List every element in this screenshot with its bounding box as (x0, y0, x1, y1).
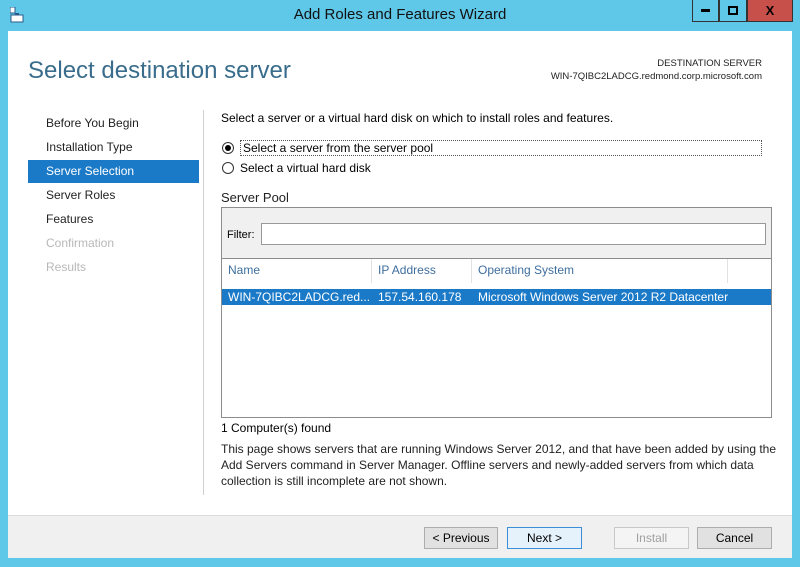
server-pool-title: Server Pool (221, 190, 289, 205)
nav-installation-type[interactable]: Installation Type (28, 136, 199, 159)
close-button[interactable]: X (747, 0, 793, 22)
cell-os: Microsoft Windows Server 2012 R2 Datacen… (478, 290, 729, 304)
window-title: Add Roles and Features Wizard (293, 6, 507, 23)
install-button: Install (614, 527, 689, 549)
minimize-icon (701, 9, 710, 12)
radio-server-pool[interactable]: Select a server from the server pool (222, 140, 762, 156)
radio-vhd-label: Select a virtual hard disk (240, 161, 371, 175)
radio-virtual-hard-disk[interactable]: Select a virtual hard disk (222, 161, 371, 175)
filter-input[interactable] (261, 223, 766, 245)
page-title: Select destination server (28, 57, 291, 84)
destination-server-name: WIN-7QIBC2LADCG.redmond.corp.microsoft.c… (550, 71, 762, 82)
title-bar: Add Roles and Features Wizard X (0, 0, 800, 31)
cell-ip: 157.54.160.178 (378, 290, 462, 304)
radio-unselected-icon[interactable] (222, 162, 234, 174)
next-button[interactable]: Next > (507, 527, 582, 549)
column-header-name[interactable]: Name (222, 259, 372, 283)
column-header-ip[interactable]: IP Address (372, 259, 472, 283)
nav-confirmation: Confirmation (46, 236, 115, 250)
nav-server-selection[interactable]: Server Selection (28, 160, 199, 183)
table-row[interactable]: WIN-7QIBC2LADCG.red... 157.54.160.178 Mi… (222, 289, 771, 305)
previous-button[interactable]: < Previous (424, 527, 498, 549)
intro-text: Select a server or a virtual hard disk o… (221, 111, 614, 125)
column-header-os[interactable]: Operating System (472, 259, 728, 283)
nav-before-you-begin[interactable]: Before You Begin (28, 112, 199, 135)
radio-server-pool-label: Select a server from the server pool (240, 140, 762, 156)
minimize-button[interactable] (692, 0, 719, 22)
maximize-icon (728, 6, 738, 15)
server-table: Name IP Address Operating System WIN-7QI… (222, 258, 771, 417)
nav-divider (203, 110, 204, 495)
maximize-button[interactable] (719, 0, 747, 22)
nav-features[interactable]: Features (28, 208, 199, 231)
computers-found: 1 Computer(s) found (221, 421, 332, 435)
description-text: This page shows servers that are running… (221, 442, 777, 488)
nav-server-roles[interactable]: Server Roles (28, 184, 199, 207)
filter-label: Filter: (227, 229, 255, 241)
cancel-button[interactable]: Cancel (697, 527, 772, 549)
nav-results: Results (46, 260, 87, 274)
radio-selected-icon[interactable] (222, 142, 234, 154)
destination-server-label: DESTINATION SERVER (657, 58, 762, 69)
server-pool-panel: Filter: Name IP Address Operating System… (221, 207, 772, 418)
cell-name: WIN-7QIBC2LADCG.red... (228, 290, 371, 304)
